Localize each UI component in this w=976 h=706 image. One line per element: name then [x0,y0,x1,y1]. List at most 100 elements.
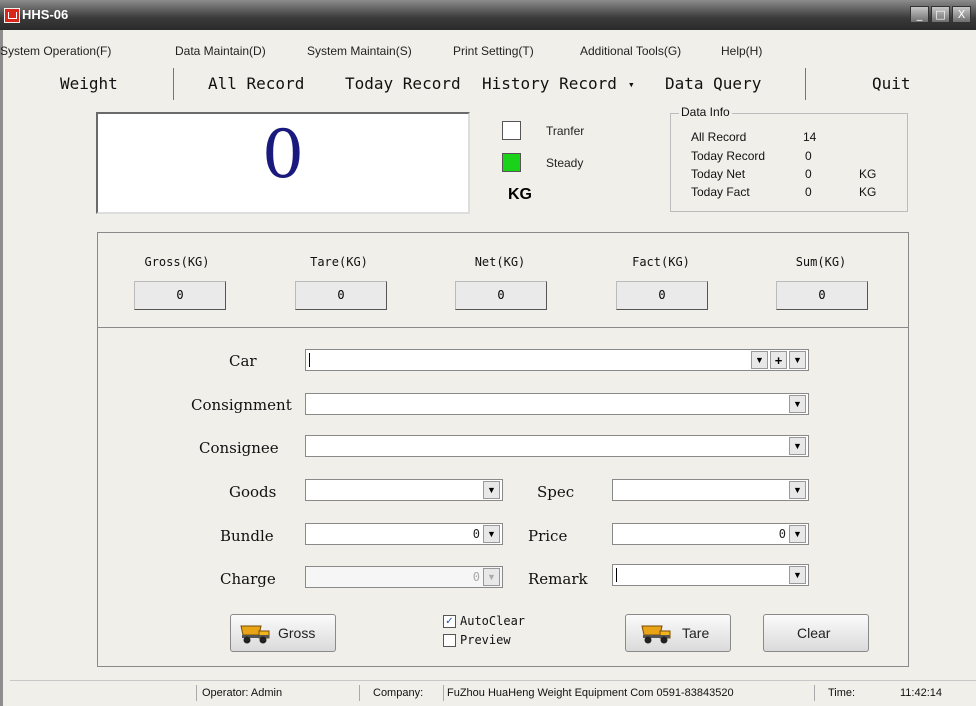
consignee-field[interactable]: ▼ [305,435,809,457]
remark-label: Remark [528,570,588,588]
data-info-value: 14 [803,130,817,144]
toolbar-today-record[interactable]: Today Record [345,74,461,93]
data-info-group: Data Info All Record 14 Today Record 0 T… [670,105,908,212]
toolbar-separator [805,68,806,100]
title-bar: HHS-06 _ □ X [0,0,976,30]
net-value: 0 [455,281,547,310]
data-info-label: Today Fact [691,185,750,199]
toolbar-weight[interactable]: Weight [60,74,118,93]
fact-label: Fact(KG) [632,255,690,269]
price-field[interactable]: 0 ▼ [612,523,809,545]
gross-label: Gross(KG) [144,255,210,269]
data-info-unit: KG [859,167,877,181]
data-info-label: Today Net [691,167,746,181]
app-window: HHS-06 _ □ X System Operation(F) Data Ma… [0,0,976,706]
remark-dropdown-icon[interactable]: ▼ [789,566,806,584]
status-separator [814,685,815,701]
minimize-button[interactable]: _ [910,6,929,23]
status-separator [196,685,197,701]
truck-icon [641,625,671,644]
toolbar-history-record[interactable]: History Record [482,74,617,93]
status-company: FuZhou HuaHeng Weight Equipment Com 0591… [447,687,734,699]
menu-print-setting[interactable]: Print Setting(T) [453,44,534,58]
charge-field: 0 ▼ [305,566,503,588]
transfer-indicator [502,121,521,140]
window-title: HHS-06 [22,7,69,22]
status-separator [443,685,444,701]
gross-button[interactable]: Gross [230,614,336,652]
sum-value: 0 [776,281,868,310]
charge-value: 0 [472,570,480,584]
weight-value: 0 [262,116,304,193]
weight-unit: KG [508,186,532,203]
goods-field[interactable]: ▼ [305,479,503,501]
spec-field[interactable]: ▼ [612,479,809,501]
spec-label: Spec [537,483,575,501]
toolbar-quit[interactable]: Quit [872,74,911,93]
weight-display: 0 [96,112,470,214]
sum-label: Sum(KG) [795,255,847,269]
menu-help[interactable]: Help(H) [721,44,762,58]
charge-dropdown-icon: ▼ [483,568,500,586]
car-dropdown-2-icon[interactable]: ▼ [789,351,806,369]
close-button[interactable]: X [952,6,971,23]
clear-button-label: Clear [797,625,831,641]
transfer-label: Tranfer [546,124,585,138]
spec-dropdown-icon[interactable]: ▼ [789,481,806,499]
autoclear-label: AutoClear [460,614,526,628]
status-bar: Operator: Admin Company: FuZhou HuaHeng … [10,680,976,706]
autoclear-checkbox[interactable]: ✓ [443,615,456,628]
fact-value: 0 [616,281,708,310]
toolbar-data-query[interactable]: Data Query [665,74,761,93]
chevron-down-icon[interactable]: ▾ [628,78,635,91]
data-info-value: 0 [805,167,812,181]
consignment-field[interactable]: ▼ [305,393,809,415]
bundle-value: 0 [472,527,480,541]
data-info-value: 0 [805,149,812,163]
menu-additional-tools[interactable]: Additional Tools(G) [580,44,681,58]
data-info-unit: KG [859,185,877,199]
menu-system-operation[interactable]: System Operation(F) [0,44,111,58]
consignee-label: Consignee [199,439,279,457]
toolbar: Weight All Record Today Record History R… [0,68,976,104]
consignment-dropdown-icon[interactable]: ▼ [789,395,806,413]
truck-icon [240,625,270,644]
clear-button[interactable]: Clear [763,614,869,652]
status-company-label: Company: [373,687,424,699]
app-logo-icon [4,8,20,23]
remark-field[interactable]: ▼ [612,564,809,586]
summary-panel: Gross(KG) 0 Tare(KG) 0 Net(KG) 0 Fact(KG… [97,232,909,328]
gross-button-label: Gross [278,625,316,641]
net-label: Net(KG) [474,255,526,269]
price-dropdown-icon[interactable]: ▼ [789,525,806,543]
status-separator [359,685,360,701]
price-label: Price [528,527,568,545]
consignment-label: Consignment [191,396,292,414]
data-info-label: Today Record [691,149,766,163]
toolbar-all-record[interactable]: All Record [208,74,304,93]
menu-bar: System Operation(F) Data Maintain(D) Sys… [0,41,976,61]
bundle-field[interactable]: 0 ▼ [305,523,503,545]
preview-checkbox[interactable] [443,634,456,647]
steady-indicator [502,153,521,172]
add-car-icon[interactable]: + [770,351,787,369]
gross-value: 0 [134,281,226,310]
restore-button[interactable]: □ [931,6,950,23]
data-info-value: 0 [805,185,812,199]
car-field[interactable]: ▼ + ▼ [305,349,809,371]
tare-label: Tare(KG) [310,255,368,269]
preview-label: Preview [460,633,511,647]
menu-system-maintain[interactable]: System Maintain(S) [307,44,412,58]
status-time-label: Time: [828,687,856,699]
window-border [0,30,3,706]
car-label: Car [229,352,257,370]
status-time: 11:42:14 [900,687,943,699]
car-dropdown-icon[interactable]: ▼ [751,351,768,369]
consignee-dropdown-icon[interactable]: ▼ [789,437,806,455]
menu-data-maintain[interactable]: Data Maintain(D) [175,44,266,58]
bundle-dropdown-icon[interactable]: ▼ [483,525,500,543]
bundle-label: Bundle [220,527,274,545]
charge-label: Charge [220,570,276,588]
goods-dropdown-icon[interactable]: ▼ [483,481,500,499]
tare-button[interactable]: Tare [625,614,731,652]
